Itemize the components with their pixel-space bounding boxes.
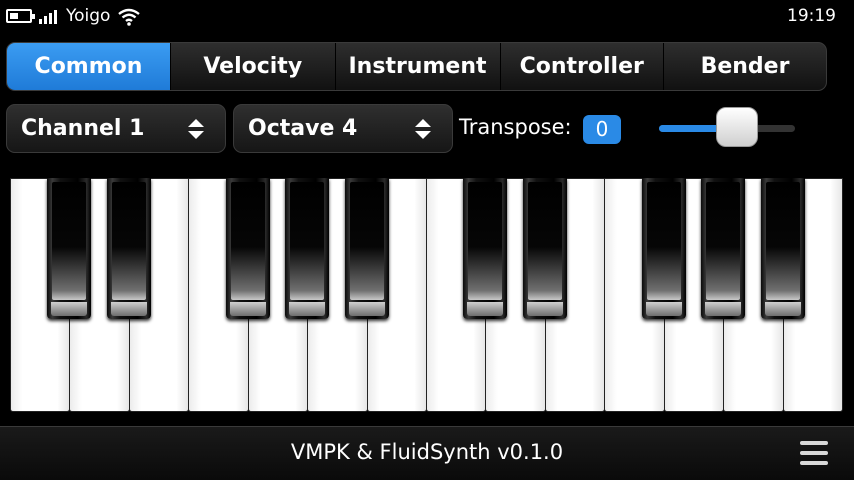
black-key[interactable]	[285, 178, 330, 319]
black-key[interactable]	[47, 178, 92, 319]
carrier-name: Yoigo	[66, 6, 111, 26]
app-title: VMPK & FluidSynth v0.1.0	[290, 440, 564, 464]
black-key[interactable]	[701, 178, 746, 319]
black-key[interactable]	[344, 178, 389, 319]
transpose-slider[interactable]	[659, 107, 797, 149]
octave-selector[interactable]: Octave 4	[233, 104, 453, 153]
tab-controller[interactable]: Controller	[500, 43, 663, 90]
tab-instrument[interactable]: Instrument	[336, 43, 500, 90]
updown-arrows-icon	[188, 119, 204, 139]
signal-icon	[39, 10, 61, 24]
black-key[interactable]	[106, 178, 151, 319]
footer-bar: VMPK & FluidSynth v0.1.0	[0, 426, 854, 480]
status-bar: Yoigo 19:19	[0, 0, 854, 34]
transpose-label: Transpose:	[459, 115, 572, 139]
black-key[interactable]	[225, 178, 270, 319]
octave-selector-label: Octave 4	[248, 116, 358, 141]
tab-velocity[interactable]: Velocity	[171, 43, 335, 90]
channel-selector-label: Channel 1	[21, 116, 145, 141]
battery-icon	[6, 9, 35, 23]
black-key[interactable]	[522, 178, 567, 319]
slider-knob[interactable]	[716, 107, 758, 147]
piano-keyboard	[10, 178, 843, 413]
wifi-icon	[118, 8, 140, 26]
transpose-value-badge: 0	[583, 115, 621, 144]
black-key[interactable]	[641, 178, 686, 319]
tab-bender[interactable]: Bender	[664, 43, 826, 90]
black-key[interactable]	[463, 178, 508, 319]
black-key[interactable]	[760, 178, 805, 319]
channel-selector[interactable]: Channel 1	[6, 104, 226, 153]
tab-bar: Common Velocity Instrument Controller Be…	[6, 42, 827, 91]
menu-icon[interactable]	[800, 441, 828, 465]
tab-common[interactable]: Common	[7, 43, 170, 90]
clock: 19:19	[787, 6, 836, 26]
updown-arrows-icon	[415, 119, 431, 139]
